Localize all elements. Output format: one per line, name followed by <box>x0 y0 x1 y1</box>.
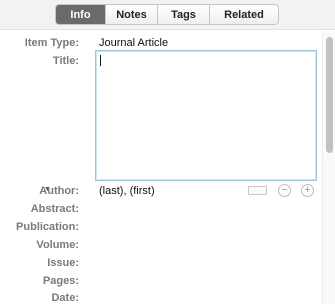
publication-label: Publication: <box>16 221 79 233</box>
item-type-row: Item Type: Journal Article <box>0 35 322 51</box>
vertical-scrollbar[interactable] <box>322 31 335 304</box>
date-row[interactable]: Date: <box>0 290 322 304</box>
issue-label: Issue: <box>47 257 79 269</box>
creator-mode-toggle[interactable] <box>248 186 267 195</box>
title-input[interactable] <box>95 50 317 181</box>
scrollbar-thumb[interactable] <box>326 37 333 153</box>
pages-row[interactable]: Pages: <box>0 273 322 289</box>
title-label: Title: <box>52 55 79 67</box>
author-row: Author: (last), (first) <box>0 183 322 199</box>
text-caret <box>100 55 101 66</box>
author-name: (last), (first) <box>99 185 155 197</box>
date-label: Date: <box>51 292 79 304</box>
tab-group: Info Notes Tags Related <box>55 4 279 25</box>
author-first-field[interactable]: (first) <box>130 185 155 197</box>
plus-circle-icon[interactable]: + <box>301 184 314 197</box>
abstract-row[interactable]: Abstract: <box>0 201 322 217</box>
volume-label: Volume: <box>36 239 79 251</box>
pages-label: Pages: <box>42 275 79 287</box>
item-type-value[interactable]: Journal Article <box>99 37 168 49</box>
volume-row[interactable]: Volume: <box>0 237 322 253</box>
author-label[interactable]: Author: <box>39 185 79 197</box>
author-separator: , <box>123 185 127 197</box>
minus-circle-icon[interactable]: − <box>278 184 291 197</box>
tab-info[interactable]: Info <box>56 5 106 24</box>
tab-notes[interactable]: Notes <box>106 5 158 24</box>
abstract-label: Abstract: <box>30 203 79 215</box>
issue-row[interactable]: Issue: <box>0 255 322 271</box>
tab-tags[interactable]: Tags <box>158 5 210 24</box>
tab-bar: Info Notes Tags Related <box>0 0 335 30</box>
item-type-label: Item Type: <box>24 37 79 49</box>
publication-row[interactable]: Publication: <box>0 219 322 235</box>
tab-related[interactable]: Related <box>210 5 278 24</box>
author-last-field[interactable]: (last) <box>99 185 123 197</box>
